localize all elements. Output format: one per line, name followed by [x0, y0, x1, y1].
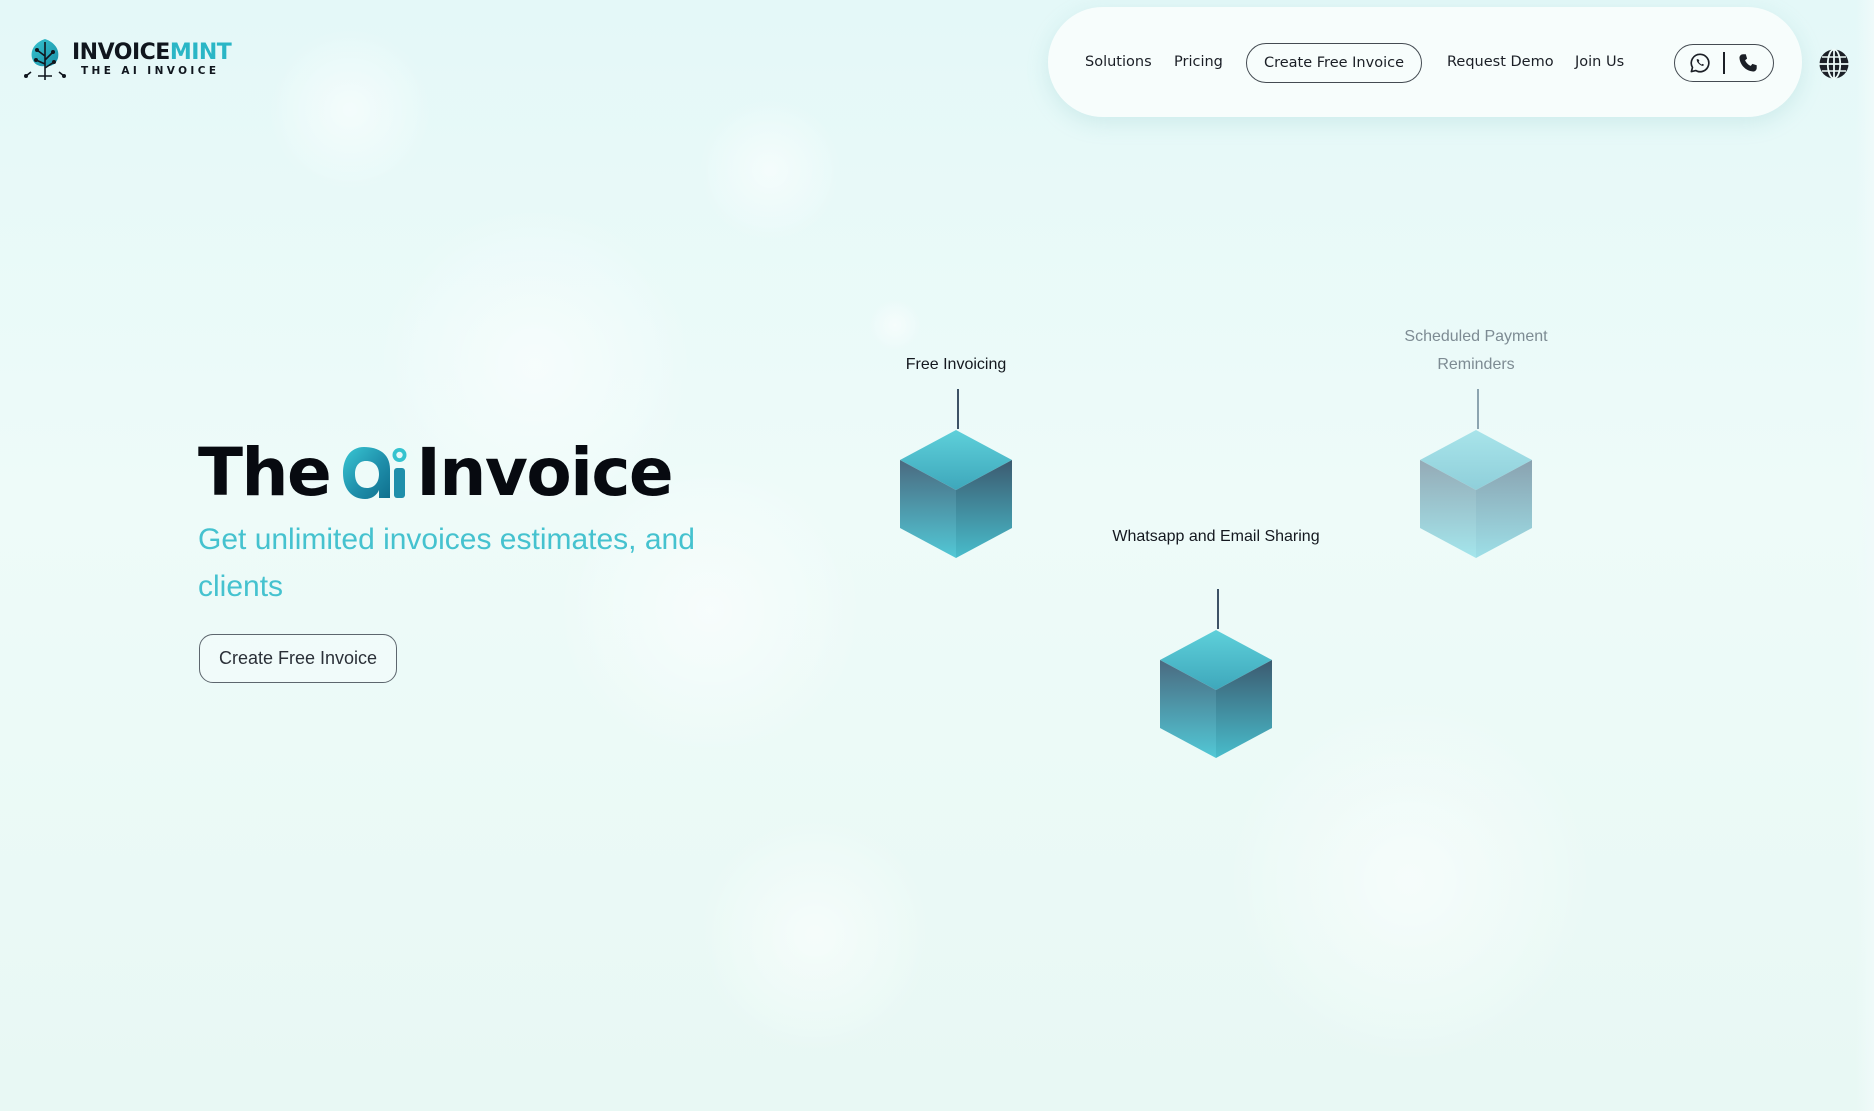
- nav-create-invoice-button[interactable]: Create Free Invoice: [1246, 43, 1422, 83]
- hero-title: The Invoice: [198, 434, 674, 511]
- page-edge-shade: [1856, 0, 1874, 1111]
- cube-icon: [900, 430, 1012, 558]
- globe-icon[interactable]: [1818, 48, 1850, 80]
- background-bokeh: [700, 100, 840, 240]
- nav-link-join-us[interactable]: Join Us: [1575, 54, 1624, 70]
- brand-name-part1: INVOICE: [72, 39, 170, 65]
- hero-subtitle: Get unlimited invoices estimates, and cl…: [198, 523, 695, 603]
- brand-name-part2: MINT: [169, 39, 232, 65]
- hero-create-invoice-button[interactable]: Create Free Invoice: [199, 634, 397, 683]
- brand-tree-icon: [24, 39, 66, 80]
- contact-divider: [1723, 52, 1725, 74]
- nav-link-request-demo[interactable]: Request Demo: [1447, 54, 1554, 70]
- feature-stem: [1477, 389, 1479, 429]
- brand-name: INVOICEMINT: [72, 39, 232, 65]
- feature-label: Free Invoicing: [905, 356, 1007, 373]
- brand-logo[interactable]: INVOICEMINT THE AI INVOICE: [22, 36, 232, 82]
- contact-buttons: [1674, 44, 1774, 82]
- whatsapp-icon[interactable]: [1689, 52, 1711, 74]
- background-bokeh: [270, 30, 430, 190]
- feature-label: Whatsapp and Email Sharing: [1112, 528, 1320, 545]
- ai-logo-icon: [343, 446, 407, 499]
- cube-icon: [1420, 430, 1532, 558]
- brand-tagline: THE AI INVOICE: [81, 64, 220, 77]
- hero-title-after: Invoice: [416, 434, 673, 511]
- background-bokeh: [1230, 700, 1590, 1060]
- cube-icon: [1160, 630, 1272, 758]
- feature-stem: [957, 389, 959, 429]
- background-bokeh: [700, 820, 930, 1050]
- top-nav: Solutions Pricing Create Free Invoice Re…: [1048, 7, 1802, 117]
- nav-link-pricing[interactable]: Pricing: [1174, 54, 1223, 70]
- feature-stem: [1217, 589, 1219, 629]
- feature-label: Scheduled Payment Reminders: [1404, 328, 1548, 373]
- phone-icon[interactable]: [1737, 52, 1759, 74]
- background-bokeh: [870, 300, 920, 350]
- nav-link-solutions[interactable]: Solutions: [1085, 54, 1152, 70]
- hero-title-before: The: [198, 434, 332, 511]
